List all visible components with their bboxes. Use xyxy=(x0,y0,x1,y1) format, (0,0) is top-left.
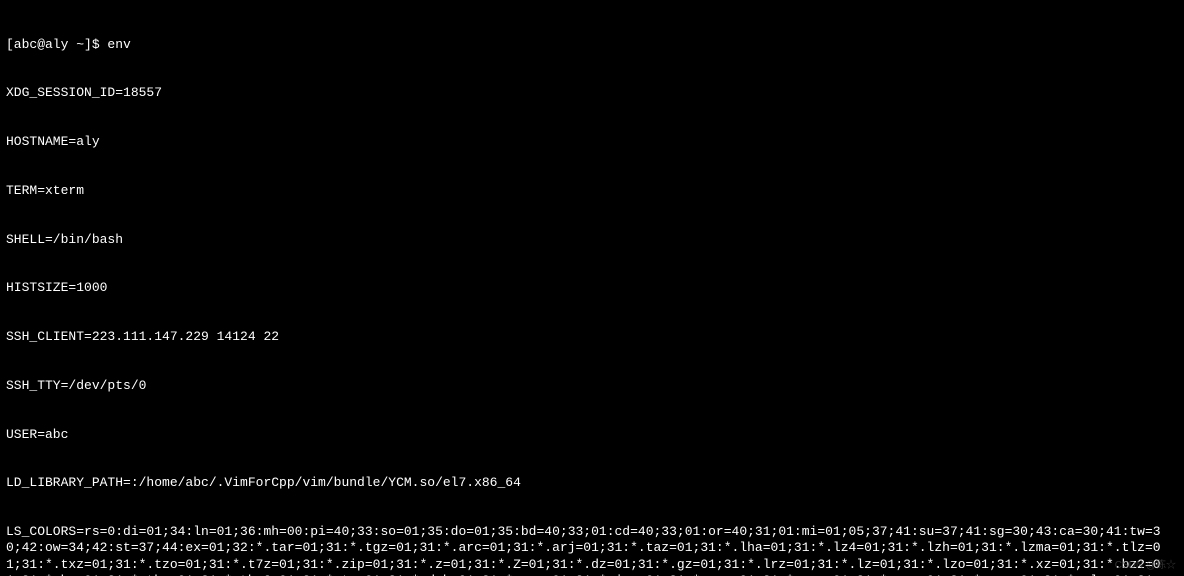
output-line: SHELL=/bin/bash xyxy=(6,232,1166,248)
command-text: env xyxy=(107,37,130,52)
shell-prompt: [abc@aly ~]$ xyxy=(6,37,107,52)
output-line: HISTSIZE=1000 xyxy=(6,280,1166,296)
output-line: XDG_SESSION_ID=18557 xyxy=(6,85,1166,101)
output-line: HOSTNAME=aly xyxy=(6,134,1166,150)
prompt-line: [abc@aly ~]$ env xyxy=(6,37,1166,53)
output-line: LD_LIBRARY_PATH=:/home/abc/.VimForCpp/vi… xyxy=(6,475,1166,491)
output-line: USER=abc xyxy=(6,427,1166,443)
output-line: SSH_TTY=/dev/pts/0 xyxy=(6,378,1166,394)
terminal-area[interactable]: [abc@aly ~]$ env XDG_SESSION_ID=18557 HO… xyxy=(0,0,1172,576)
output-line: LS_COLORS=rs=0:di=01;34:ln=01;36:mh=00:p… xyxy=(6,524,1166,576)
output-line: SSH_CLIENT=223.111.147.229 14124 22 xyxy=(6,329,1166,345)
output-line: TERM=xterm xyxy=(6,183,1166,199)
watermark-text: CSDN @陈☆ xyxy=(1115,560,1176,573)
